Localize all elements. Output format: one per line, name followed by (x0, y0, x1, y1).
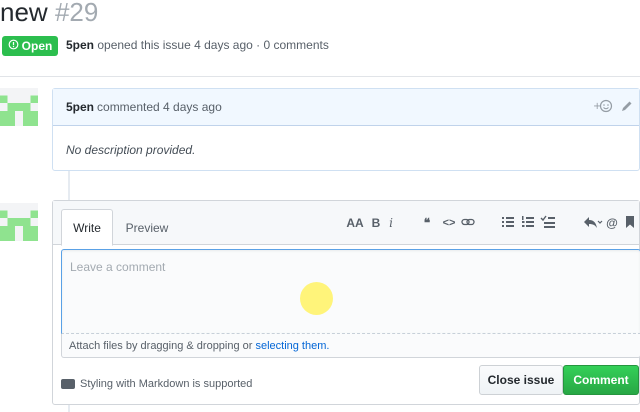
issue-opened-icon (8, 39, 19, 53)
heading-icon[interactable]: AA (343, 215, 367, 231)
avatar[interactable] (0, 203, 38, 241)
comment-button[interactable]: Comment (563, 365, 639, 395)
issue-title-text: new (0, 0, 48, 27)
pencil-icon[interactable] (621, 100, 633, 115)
code-icon[interactable]: <> (441, 215, 457, 231)
markdown-note[interactable]: Styling with Markdown is supported (61, 378, 252, 390)
issue-meta-text: opened this issue 4 days ago · 0 comment… (97, 38, 329, 52)
ordered-list-icon[interactable] (521, 215, 535, 229)
bold-icon[interactable]: B (371, 215, 381, 231)
comment-textarea[interactable]: Leave a comment (61, 249, 640, 334)
markdown-note-text: Styling with Markdown is supported (80, 378, 253, 390)
header-divider (0, 76, 640, 77)
editor-tabs: Write Preview AA B i ❝ <> @ (53, 201, 639, 246)
issue-author[interactable]: 5pen (66, 38, 94, 52)
issue-meta: 5pen opened this issue 4 days ago · 0 co… (66, 38, 329, 52)
state-label: Open (21, 39, 53, 53)
timeline-line (68, 405, 70, 412)
tab-write[interactable]: Write (61, 209, 113, 246)
reply-icon[interactable] (583, 215, 603, 229)
issue-comment: 5pen commented 4 days ago + No descripti… (52, 88, 640, 171)
comment-header: 5pen commented 4 days ago (53, 89, 639, 126)
comment-timestamp[interactable]: commented 4 days ago (97, 100, 222, 114)
new-comment-form: Write Preview AA B i ❝ <> @ Leave a comm… (52, 200, 640, 405)
attach-text: Attach files by dragging & dropping or (69, 339, 253, 352)
issue-title: new #29 (0, 0, 98, 30)
avatar[interactable] (0, 88, 38, 126)
cursor-highlight (300, 282, 333, 315)
comment-body: No description provided. (66, 143, 196, 157)
bookmark-icon[interactable] (625, 215, 635, 229)
comment-author[interactable]: 5pen (66, 100, 94, 114)
state-badge: Open (2, 36, 58, 56)
markdown-icon (61, 379, 75, 389)
task-list-icon[interactable] (540, 215, 556, 229)
unordered-list-icon[interactable] (501, 215, 515, 229)
italic-icon[interactable]: i (387, 215, 395, 231)
quote-icon[interactable]: ❝ (421, 215, 433, 231)
attach-files-bar[interactable]: Attach files by dragging & dropping or s… (61, 334, 640, 358)
link-icon[interactable] (461, 215, 475, 229)
select-files-link[interactable]: selecting them. (255, 340, 329, 352)
smiley-icon[interactable]: + (593, 99, 613, 116)
tab-preview[interactable]: Preview (115, 209, 179, 246)
comment-actions: + (593, 99, 633, 116)
close-issue-button[interactable]: Close issue (479, 365, 563, 395)
issue-number: #29 (54, 0, 99, 27)
timeline-line (68, 171, 70, 201)
mention-icon[interactable]: @ (606, 215, 618, 231)
